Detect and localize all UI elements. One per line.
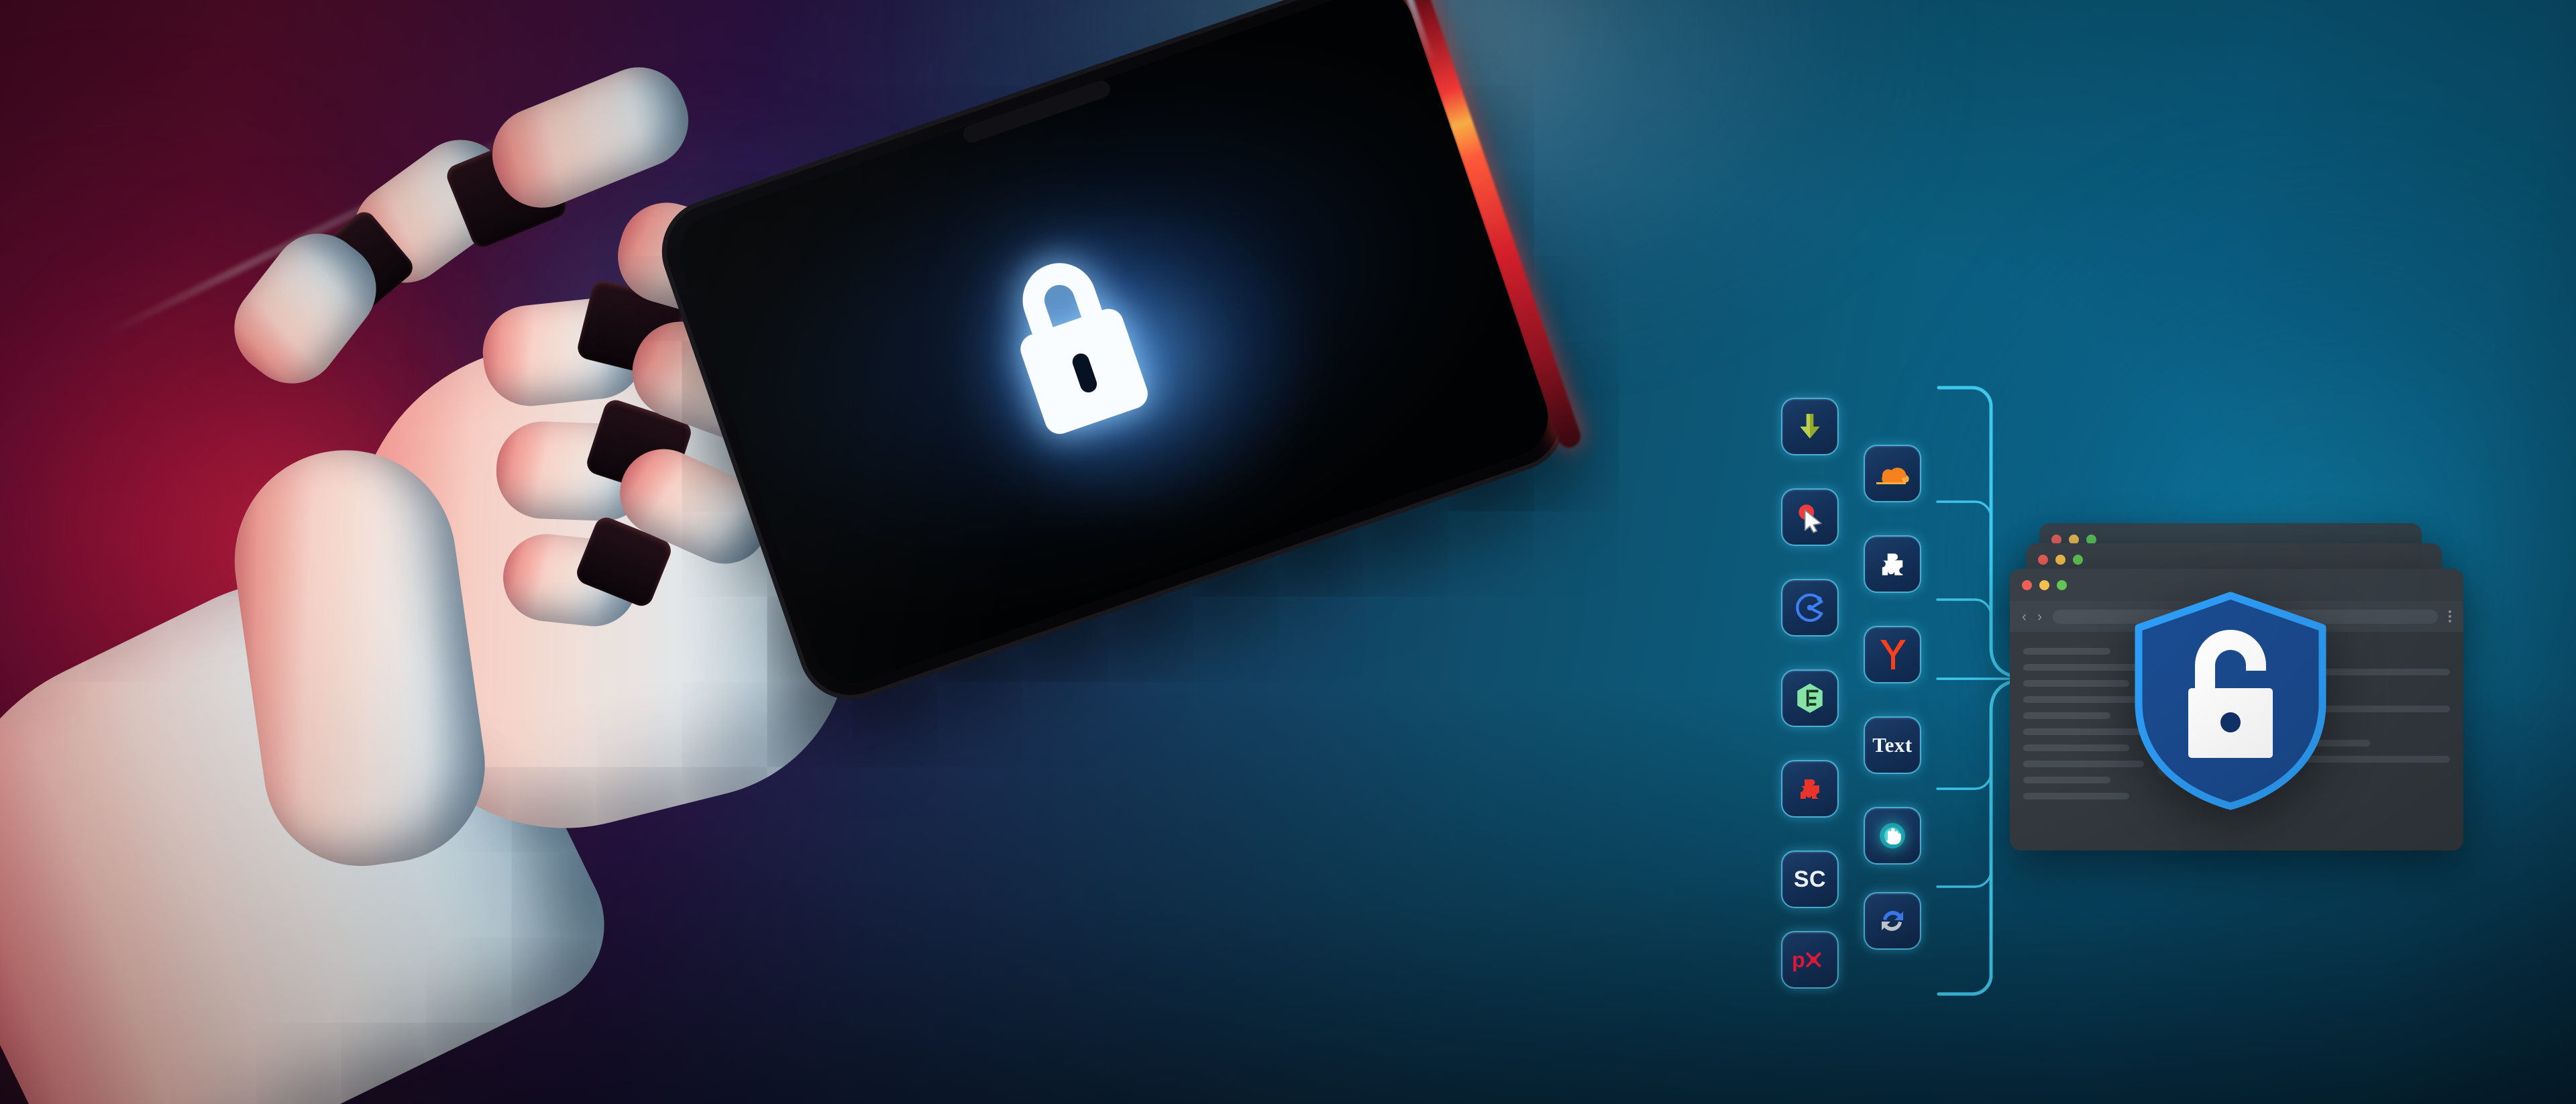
vignette-overlay <box>0 0 2576 1104</box>
hero-illustration: ‹ › <box>0 0 2576 1104</box>
